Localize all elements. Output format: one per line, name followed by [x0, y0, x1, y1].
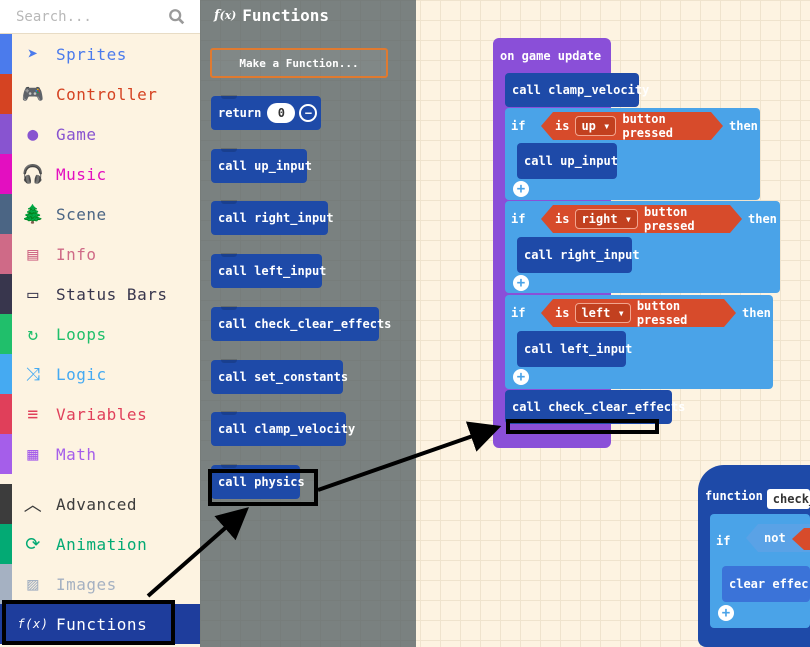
annotation-arrows — [146, 421, 502, 598]
arrow-functions-to-physics — [146, 507, 250, 598]
arrow-physics-to-target — [317, 421, 502, 492]
